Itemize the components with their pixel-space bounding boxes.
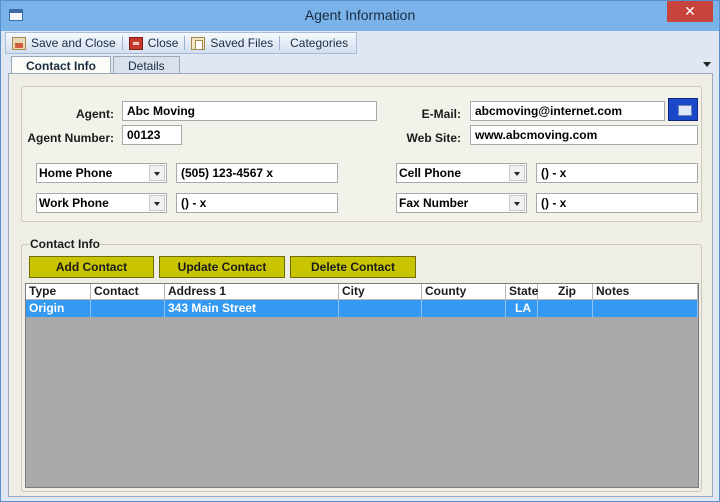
save-and-close-button[interactable]: Save and Close — [12, 36, 116, 50]
toolbar-separator — [121, 36, 123, 50]
agent-details-group: Agent: Abc Moving Agent Number: 00123 E-… — [21, 86, 702, 222]
column-header-notes[interactable]: Notes — [593, 284, 698, 300]
agent-label: Agent: — [76, 107, 114, 121]
tab-details[interactable]: Details — [113, 56, 180, 74]
window-close-button[interactable]: ✕ — [667, 1, 713, 22]
categories-button[interactable]: Categories — [290, 36, 348, 50]
agent-information-window: Agent Information ✕ Save and Close Close… — [0, 0, 720, 502]
saved-files-label: Saved Files — [210, 36, 274, 50]
contacts-grid[interactable]: Type Contact Address 1 City County State… — [25, 283, 699, 488]
column-header-city[interactable]: City — [339, 284, 422, 300]
chevron-down-icon[interactable] — [149, 195, 165, 211]
phone3-type-dropdown[interactable]: Cell Phone — [396, 163, 527, 183]
column-header-type[interactable]: Type — [26, 284, 91, 300]
window-title: Agent Information — [304, 7, 416, 23]
phone1-type-dropdown[interactable]: Home Phone — [36, 163, 167, 183]
cell-zip — [538, 300, 593, 317]
table-row[interactable]: Origin 343 Main Street LA — [26, 300, 698, 317]
close-icon — [128, 36, 143, 50]
email-send-button[interactable] — [668, 98, 698, 121]
phone3-type-value: Cell Phone — [399, 166, 462, 180]
save-and-close-label: Save and Close — [31, 36, 116, 50]
cell-city — [339, 300, 422, 317]
agent-number-label: Agent Number: — [27, 131, 114, 145]
column-header-address-1[interactable]: Address 1 — [165, 284, 339, 300]
cell-notes — [593, 300, 698, 317]
agent-number-field[interactable]: 00123 — [122, 125, 182, 145]
column-header-state[interactable]: State — [506, 284, 538, 300]
cell-contact — [91, 300, 165, 317]
add-contact-button[interactable]: Add Contact — [29, 256, 154, 278]
phone1-field[interactable]: (505) 123-4567 x — [176, 163, 338, 183]
saved-files-button[interactable]: Saved Files — [191, 36, 273, 50]
phone3-field[interactable]: () - x — [536, 163, 698, 183]
phone2-type-value: Work Phone — [39, 196, 109, 210]
column-header-county[interactable]: County — [422, 284, 506, 300]
chevron-down-icon[interactable] — [149, 165, 165, 181]
close-button[interactable]: Close — [128, 36, 179, 50]
column-header-contact[interactable]: Contact — [91, 284, 165, 300]
close-label: Close — [147, 36, 179, 50]
phone2-field[interactable]: () - x — [176, 193, 338, 213]
chevron-down-icon[interactable] — [509, 195, 525, 211]
phone4-type-dropdown[interactable]: Fax Number — [396, 193, 527, 213]
toolbar-separator — [184, 36, 186, 50]
cell-state: LA — [506, 300, 538, 317]
phone4-type-value: Fax Number — [399, 196, 469, 210]
contact-info-group-title: Contact Info — [29, 237, 101, 251]
files-icon — [191, 36, 206, 50]
chevron-down-icon[interactable] — [509, 165, 525, 181]
update-contact-button[interactable]: Update Contact — [159, 256, 285, 278]
phone1-type-value: Home Phone — [39, 166, 113, 180]
toolbar: Save and Close Close Saved Files Categor… — [5, 32, 357, 54]
phone2-type-dropdown[interactable]: Work Phone — [36, 193, 167, 213]
phone4-field[interactable]: () - x — [536, 193, 698, 213]
website-label: Web Site: — [406, 131, 461, 145]
cell-county — [422, 300, 506, 317]
agent-field[interactable]: Abc Moving — [122, 101, 377, 121]
tab-strip: Contact Info Details — [11, 56, 182, 75]
cell-type: Origin — [26, 300, 91, 317]
website-field[interactable]: www.abcmoving.com — [470, 125, 698, 145]
toolbar-separator — [279, 36, 281, 50]
tab-dropdown-icon[interactable] — [703, 62, 711, 67]
title-bar[interactable]: Agent Information ✕ — [1, 1, 719, 31]
grid-header-row: Type Contact Address 1 City County State… — [26, 284, 698, 300]
delete-contact-button[interactable]: Delete Contact — [290, 256, 416, 278]
save-icon — [12, 36, 26, 50]
column-header-zip[interactable]: Zip — [538, 284, 593, 300]
email-field[interactable]: abcmoving@internet.com — [470, 101, 665, 121]
cell-address-1: 343 Main Street — [165, 300, 339, 317]
contact-info-panel: Agent: Abc Moving Agent Number: 00123 E-… — [8, 73, 713, 497]
email-label: E-Mail: — [421, 107, 461, 121]
categories-label: Categories — [290, 36, 349, 50]
